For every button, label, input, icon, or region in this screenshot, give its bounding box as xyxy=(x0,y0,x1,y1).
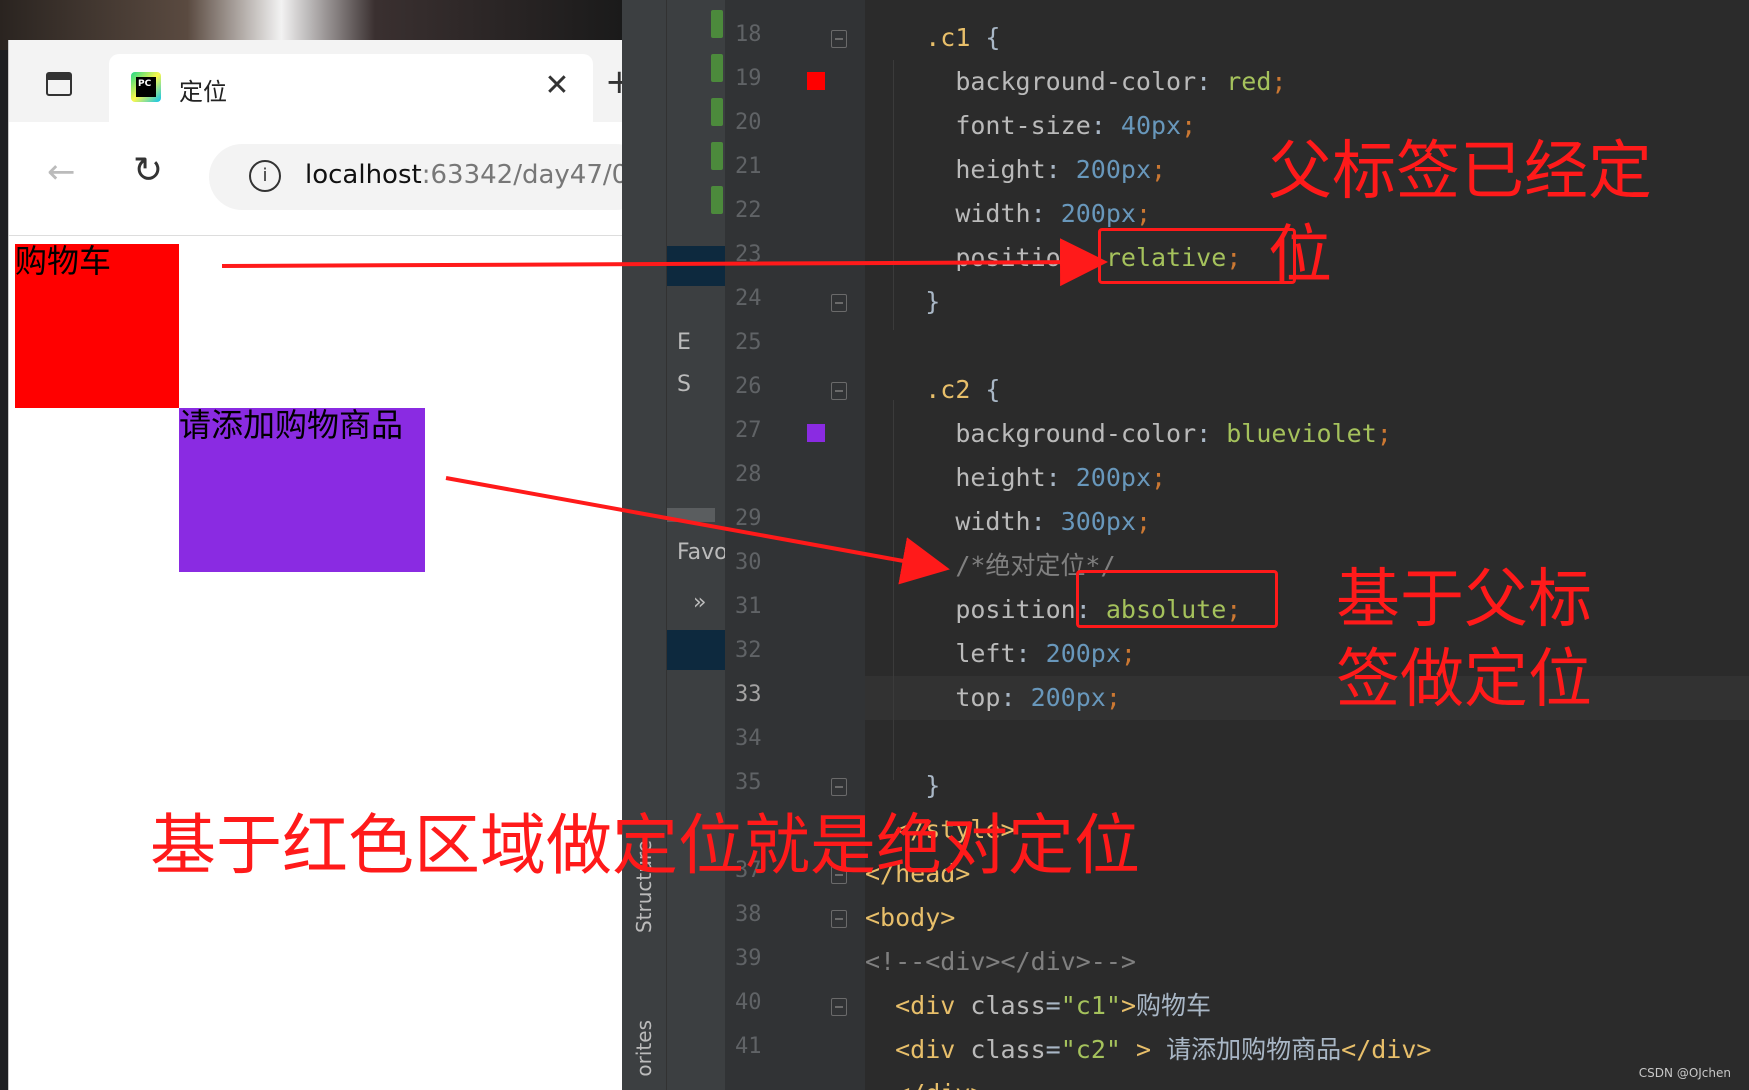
arrow-to-red-box xyxy=(221,238,1108,287)
annotation-based-on-parent-1: 基于父标 xyxy=(1336,563,1592,637)
watermark: CSDN @OJchen xyxy=(1638,1066,1731,1080)
annotation-parent-positioned-1: 父标签已经定 xyxy=(1268,135,1652,209)
screenshot: PC 定位 ✕ + ← ↻ i localhost:63342/day47/08… xyxy=(0,0,1749,1090)
annotation-parent-positioned-2: 位 xyxy=(1268,219,1332,293)
annotation-absolute-note: 基于红色区域做定位就是绝对定位 xyxy=(150,807,1140,884)
annotation-based-on-parent-2: 签做定位 xyxy=(1336,643,1592,717)
arrow-to-purple-box xyxy=(445,476,950,585)
favicon-text: PC xyxy=(138,79,152,89)
